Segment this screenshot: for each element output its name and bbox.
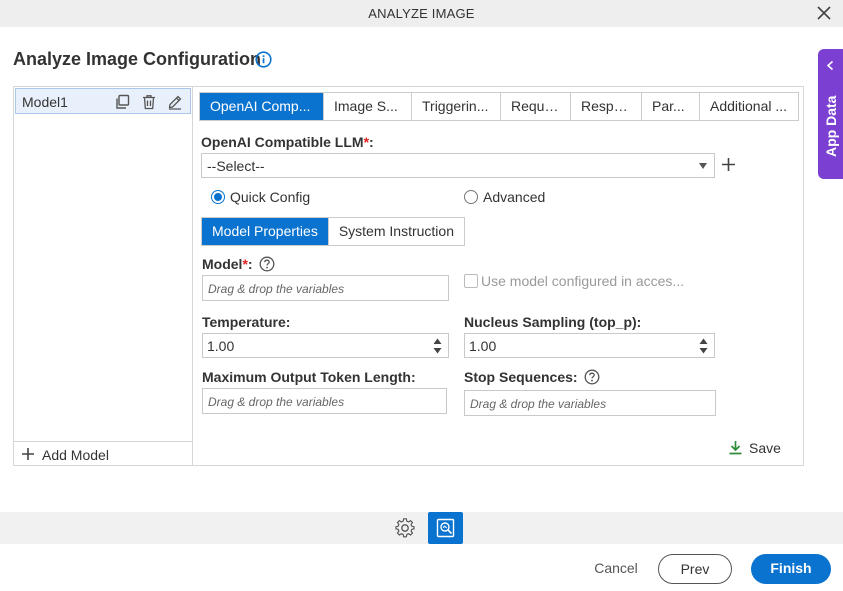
info-icon[interactable]: [255, 51, 272, 68]
trash-icon[interactable]: [141, 94, 157, 110]
chevron-left-icon: [826, 60, 834, 71]
prev-button[interactable]: Prev: [658, 554, 732, 584]
tab-additional[interactable]: Additional ...: [700, 93, 798, 120]
top-p-input[interactable]: 1.00: [464, 333, 715, 358]
max-output-token-drop-field[interactable]: Drag & drop the variables: [202, 388, 447, 414]
page-title: Analyze Image Configuration: [13, 49, 262, 69]
settings-tabs: OpenAI Comp... Image S... Triggerin... R…: [199, 92, 799, 121]
finish-button[interactable]: Finish: [751, 554, 831, 584]
subtab-model-properties[interactable]: Model Properties: [202, 218, 329, 245]
llm-select[interactable]: --Select--: [201, 153, 715, 178]
help-icon[interactable]: [259, 256, 275, 272]
stop-sequences-drop-field[interactable]: Drag & drop the variables: [464, 390, 716, 416]
tab-image-source[interactable]: Image S...: [324, 93, 412, 120]
spinner-icon[interactable]: [699, 337, 708, 355]
checkbox-icon: [464, 274, 478, 288]
config-subtabs: Model Properties System Instruction: [201, 217, 465, 246]
analyze-image-button[interactable]: [428, 512, 463, 544]
plus-icon: [22, 448, 34, 460]
llm-select-value: --Select--: [207, 158, 265, 174]
tab-parameters[interactable]: Par...: [642, 93, 700, 120]
stop-sequences-label: Stop Sequences:: [464, 369, 600, 385]
radio-advanced[interactable]: Advanced: [464, 189, 545, 205]
window-title: ANALYZE IMAGE: [368, 6, 475, 21]
app-data-tab[interactable]: App Data: [818, 49, 843, 179]
cancel-button[interactable]: Cancel: [586, 554, 646, 584]
tab-openai-compatible[interactable]: OpenAI Comp...: [200, 93, 324, 120]
radio-checked-icon: [211, 190, 225, 204]
subtab-system-instruction[interactable]: System Instruction: [328, 218, 464, 245]
add-llm-plus-icon[interactable]: [721, 157, 736, 172]
top-p-label: Nucleus Sampling (top_p):: [464, 314, 642, 330]
configuration-panel: Model1 Add Model OpenAI Comp... Image S.…: [13, 86, 804, 466]
spinner-icon[interactable]: [433, 337, 442, 355]
bottom-toolbar: [0, 512, 843, 544]
max-output-token-label: Maximum Output Token Length:: [202, 369, 416, 385]
add-model-button[interactable]: Add Model: [14, 441, 192, 465]
close-icon[interactable]: [815, 4, 833, 22]
use-model-configured-checkbox[interactable]: Use model configured in acces...: [464, 273, 684, 289]
temperature-input[interactable]: 1.00: [202, 333, 449, 358]
llm-label: OpenAI Compatible LLM*:: [201, 134, 374, 150]
model-label: Model*:: [202, 256, 275, 272]
dropdown-arrow-icon: [699, 163, 707, 169]
model-list-item[interactable]: Model1: [15, 88, 191, 114]
image-search-icon: [436, 518, 455, 538]
model-name: Model1: [22, 94, 68, 110]
add-model-label: Add Model: [42, 447, 109, 463]
tab-response[interactable]: Respo...: [571, 93, 642, 120]
model-settings: OpenAI Comp... Image S... Triggerin... R…: [195, 87, 803, 465]
tab-request[interactable]: Reque...: [501, 93, 571, 120]
temperature-label: Temperature:: [202, 314, 291, 330]
save-button[interactable]: Save: [728, 440, 781, 456]
model-list: Model1 Add Model: [14, 87, 193, 465]
download-icon: [729, 441, 742, 455]
gear-icon[interactable]: [394, 517, 416, 539]
edit-icon[interactable]: [167, 94, 183, 110]
tab-triggering[interactable]: Triggerin...: [412, 93, 501, 120]
radio-unchecked-icon: [464, 190, 478, 204]
title-bar: ANALYZE IMAGE: [0, 0, 843, 27]
copy-icon[interactable]: [114, 94, 130, 110]
help-icon[interactable]: [584, 369, 600, 385]
model-drop-field[interactable]: Drag & drop the variables: [202, 275, 449, 301]
app-data-label: App Data: [823, 95, 839, 157]
radio-quick-config[interactable]: Quick Config: [211, 189, 310, 205]
